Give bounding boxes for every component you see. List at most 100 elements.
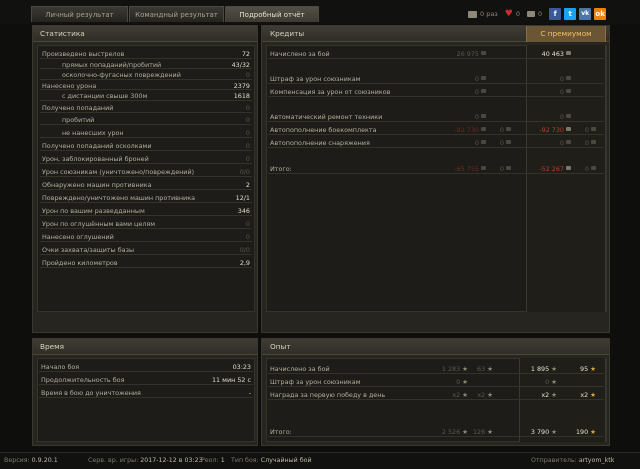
time-panel-header: Время <box>33 339 257 355</box>
credits-icon <box>481 140 486 144</box>
credits-total-row: Итого: -65 755 0 -52 267 0 <box>268 164 604 174</box>
free-xp-icon: ★ <box>487 391 493 399</box>
comment-icon[interactable] <box>527 11 535 17</box>
stats-row: с дистанции свыше 300м 1618 <box>40 91 252 101</box>
credits-panel: Кредиты С премиумом Начислено за бой 26 … <box>261 25 610 333</box>
share-bar: 0 раз ♥ 0 0 f t vk ok <box>468 7 607 21</box>
stats-table: Произведено выстрелов 72 прямых попаданий… <box>37 45 255 312</box>
free-xp-icon: ★ <box>487 428 493 436</box>
views-icon <box>468 10 477 18</box>
stats-row: Урон по оглушённым вами целям 0 <box>40 220 252 229</box>
stats-row: Получено попаданий 0 <box>40 104 252 113</box>
gold-icon <box>591 166 596 170</box>
stats-row: пробитий 0 <box>40 115 252 125</box>
likes-count: 0 <box>515 10 520 18</box>
credits-row: Начислено за бой 26 975 40 463 <box>268 49 604 59</box>
time-row: Продолжительность боя 11 мин 52 с <box>39 376 253 385</box>
stats-row: прямых попаданий/пробитий 43/32 <box>40 60 252 69</box>
credits-icon <box>566 166 571 170</box>
credits-premium-column <box>526 45 606 312</box>
stats-row: Нанесено оглушений 0 <box>40 233 252 242</box>
gold-icon <box>591 140 596 144</box>
credits-row: Штраф за урон союзникам 0 0 <box>268 74 604 84</box>
footer-sender[interactable]: Отправитель: artyom_ktk <box>531 457 614 464</box>
stats-row: Произведено выстрелов 72 <box>40 50 252 59</box>
free-xp-icon: ★ <box>590 365 596 373</box>
stats-panel: Статистика Произведено выстрелов 72 прямы… <box>32 25 258 333</box>
xp-row: Начислено за бой 1 283 ★ 63 ★ 1 895 ★ 95 ★ <box>268 364 604 374</box>
credits-row: Компенсация за урон от союзников 0 0 <box>268 87 604 97</box>
stats-row: осколочно-фугасных повреждений 0 <box>40 70 252 80</box>
time-row: Начало боя 03:23 <box>39 363 253 372</box>
stats-row: Урон, заблокированный броней 0 <box>40 155 252 164</box>
stats-row: Нанесено урона 2379 <box>40 81 252 90</box>
credits-icon <box>566 76 571 80</box>
time-title: Время <box>40 342 65 351</box>
twitter-icon[interactable]: t <box>564 8 577 20</box>
xp-star-icon: ★ <box>462 378 468 386</box>
credits-icon <box>481 166 486 170</box>
xp-star-icon: ★ <box>551 378 557 386</box>
xp-star-icon: ★ <box>462 365 468 373</box>
xp-title: Опыт <box>270 342 291 351</box>
xp-star-icon: ★ <box>462 428 468 436</box>
gold-icon <box>506 127 511 131</box>
xp-star-icon: ★ <box>551 391 557 399</box>
tab-team-result[interactable]: Командный результат <box>129 6 224 22</box>
xp-panel: Опыт Начислено за бой 1 283 ★ 63 ★ 1 895 ★ … <box>261 338 610 446</box>
stats-row: Урон союзникам (уничтожено/повреждений) 0… <box>40 168 252 177</box>
free-xp-icon: ★ <box>590 428 596 436</box>
tab-bar: Личный результат Командный результат Под… <box>0 0 640 24</box>
premium-column-header: С премиумом <box>526 26 606 42</box>
xp-total-row: Итого: 2 526 ★ 126 ★ 3 790 ★ 190 ★ <box>268 427 604 437</box>
tab-detailed-report[interactable]: Подробный отчёт <box>225 6 319 22</box>
odnoklassniki-icon[interactable]: ok <box>594 8 607 20</box>
credits-icon <box>566 51 571 55</box>
credits-panel-header: Кредиты С премиумом <box>262 26 609 42</box>
credits-row: Автопополнение снаряжения 0 0 0 0 <box>268 138 604 148</box>
stats-row: Получено попаданий осколками 0 <box>40 142 252 151</box>
credits-title: Кредиты <box>270 29 305 38</box>
xp-row: Штраф за урон союзникам 0 ★ 0 ★ <box>268 377 604 387</box>
views-count: 0 раз <box>480 10 498 18</box>
xp-star-icon: ★ <box>551 365 557 373</box>
footer: Версия: 0.9.20.1 Серв. вр. игры: 2017-12… <box>0 452 640 469</box>
vk-icon[interactable]: vk <box>579 8 592 20</box>
credits-icon <box>481 114 486 118</box>
credits-icon <box>566 140 571 144</box>
credits-icon <box>566 114 571 118</box>
credits-icon <box>566 127 571 131</box>
facebook-icon[interactable]: f <box>549 8 562 20</box>
stats-row: Повреждено/уничтожено машин противника 12… <box>40 194 252 203</box>
comments-count: 0 <box>538 10 543 18</box>
gold-icon <box>506 166 511 170</box>
stats-row: Урон по вашим разведданным 346 <box>40 207 252 216</box>
free-xp-icon: ★ <box>487 365 493 373</box>
footer-server-time: Серв. вр. игры: 2017-12-12 в 03:23 <box>88 457 203 464</box>
stats-row: Очки захвата/защиты базы 0/0 <box>40 246 252 255</box>
stats-title: Статистика <box>40 29 85 38</box>
footer-replay: Реол: 1 <box>201 457 225 464</box>
xp-panel-header: Опыт <box>262 339 609 355</box>
tab-personal-result[interactable]: Личный результат <box>31 6 128 22</box>
credits-row: Автопополнение боекомплекта -92 730 0 -9… <box>268 125 604 135</box>
credits-icon <box>481 51 486 55</box>
stats-row: Обнаружено машин противника 2 <box>40 181 252 190</box>
xp-row: Награда за первую победу в день x2 ★ x2 ★ … <box>268 390 604 400</box>
credits-icon <box>566 89 571 93</box>
stats-row: не нанесших урон 0 <box>40 128 252 138</box>
stats-row: Пройдено километров 2,9 <box>40 259 252 268</box>
credits-icon <box>481 76 486 80</box>
credits-row: Автоматический ремонт техники 0 0 <box>268 112 604 122</box>
xp-star-icon: ★ <box>462 391 468 399</box>
credits-icon <box>481 89 486 93</box>
heart-icon[interactable]: ♥ <box>505 9 513 19</box>
free-xp-icon: ★ <box>590 391 596 399</box>
credits-icon <box>481 127 486 131</box>
gold-icon <box>506 140 511 144</box>
footer-version: Версия: 0.9.20.1 <box>4 457 58 464</box>
stats-panel-header: Статистика <box>33 26 257 42</box>
xp-star-icon: ★ <box>551 428 557 436</box>
time-panel: Время Начало боя 03:23 Продолжительность … <box>32 338 258 446</box>
footer-battle-type: Тип боя: Случайный бой <box>231 457 312 464</box>
